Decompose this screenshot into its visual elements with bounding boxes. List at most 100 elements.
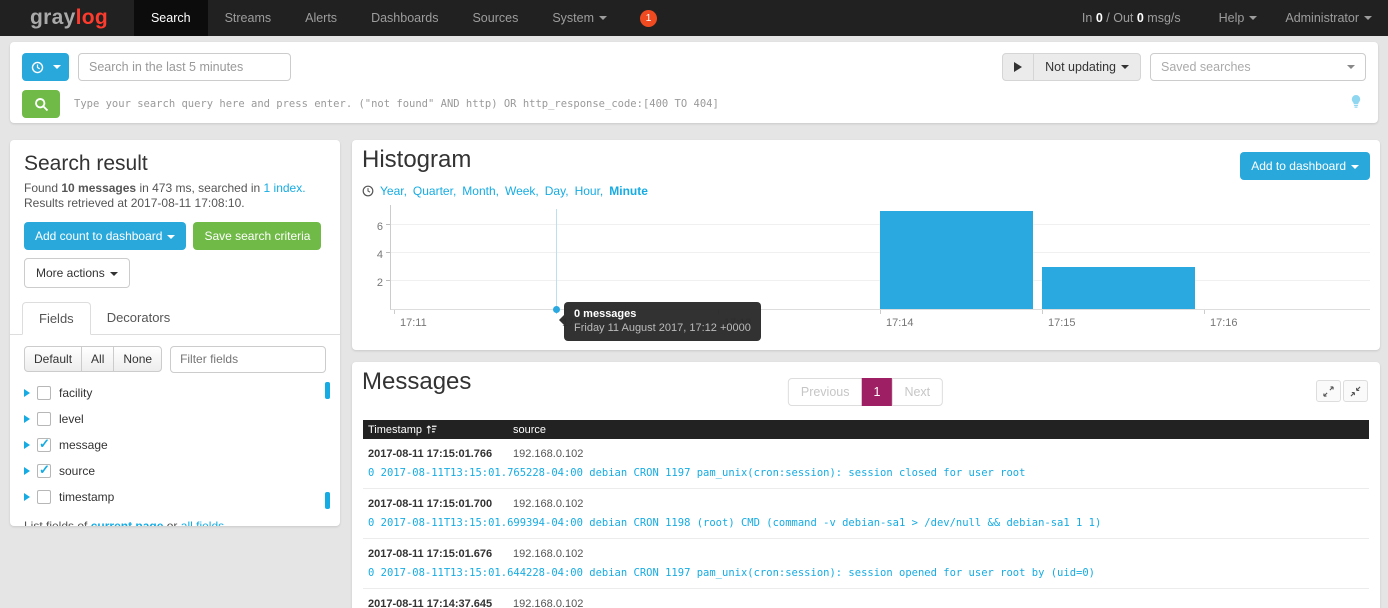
not-updating-dropdown[interactable]: Not updating [1033,53,1141,81]
current-page-link[interactable]: current page [91,519,164,526]
tooltip-date: Friday 11 August 2017, 17:12 +0000 [574,322,751,334]
nav-item-alerts[interactable]: Alerts [288,0,354,36]
message-source: 192.168.0.102 [513,598,1369,608]
expand-caret-icon[interactable] [24,415,30,423]
expand-caret-icon[interactable] [24,493,30,501]
field-label: level [59,412,84,426]
message-text: 0 2017-08-11T13:15:01.765228-04:00 debia… [363,460,1369,488]
field-checkbox[interactable] [37,386,51,400]
resolution-hour[interactable]: Hour, [575,184,604,198]
add-count-to-dashboard-button[interactable]: Add count to dashboard [24,222,186,250]
expand-caret-icon[interactable] [24,441,30,449]
user-menu[interactable]: Administrator [1273,11,1384,25]
histogram-panel: Histogram Add to dashboard Year, Quarter… [352,140,1380,350]
play-icon [1014,62,1022,72]
chart-tooltip: 0 messages Friday 11 August 2017, 17:12 … [564,302,761,341]
histogram-plot[interactable] [390,205,1370,310]
column-header-source[interactable]: source [513,424,1369,436]
pagination-page-1[interactable]: 1 [861,378,892,406]
search-submit-button[interactable] [22,90,60,118]
chart-crosshair [556,209,557,309]
search-icon [34,97,49,112]
navbar: graylog Search Streams Alerts Dashboards… [0,0,1388,36]
field-checkbox[interactable] [37,490,51,504]
more-actions-button[interactable]: More actions [24,258,130,288]
message-row[interactable]: 2017-08-11 17:14:37.645 192.168.0.102 0 … [363,589,1369,608]
message-source: 192.168.0.102 [513,448,1369,460]
query-help-button[interactable] [1350,94,1362,114]
x-tick-mark [394,310,395,314]
index-link[interactable]: 1 index. [264,181,306,195]
field-checkbox[interactable] [37,438,51,452]
tab-decorators[interactable]: Decorators [91,302,187,335]
nav-item-system[interactable]: System [535,0,624,36]
expand-caret-icon[interactable] [24,467,30,475]
chevron-down-icon [110,272,118,276]
message-source: 192.168.0.102 [513,548,1369,560]
field-checkbox[interactable] [37,412,51,426]
sidebar-title: Search result [24,152,326,176]
histogram-title: Histogram [362,146,471,174]
resolution-minute[interactable]: Minute [609,184,648,198]
fields-scrollbar-segment[interactable] [325,492,330,509]
pagination-next[interactable]: Next [891,378,943,406]
timerange-input[interactable] [78,53,291,81]
timerange-picker-button[interactable] [22,53,69,81]
fields-default-button[interactable]: Default [24,346,82,372]
resolution-quarter[interactable]: Quarter, [413,184,456,198]
field-row-source: source [24,458,326,484]
pagination-previous[interactable]: Previous [788,378,863,406]
expand-panel-button[interactable] [1316,380,1341,402]
chevron-down-icon [1121,65,1129,69]
nav-item-dashboards[interactable]: Dashboards [354,0,455,36]
compress-icon [1350,386,1361,397]
chevron-down-icon [1347,65,1355,69]
chart-hover-dot [553,306,560,313]
all-fields-link[interactable]: all fields [181,519,224,526]
resolution-month[interactable]: Month, [462,184,499,198]
message-timestamp: 2017-08-11 17:14:37.645 [363,598,513,608]
column-header-timestamp[interactable]: Timestamp [363,424,513,436]
x-axis-label: 17:16 [1210,317,1238,329]
resolution-year[interactable]: Year, [380,184,407,198]
fields-none-button[interactable]: None [113,346,162,372]
message-row[interactable]: 2017-08-11 17:15:01.700 192.168.0.102 0 … [363,489,1369,539]
histogram-bar[interactable] [1042,267,1195,309]
histogram-bar[interactable] [880,211,1033,309]
field-checkbox[interactable] [37,464,51,478]
y-axis-label: 2 [362,277,383,289]
message-row[interactable]: 2017-08-11 17:15:01.766 192.168.0.102 0 … [363,439,1369,489]
resolution-selector: Year, Quarter, Month, Week, Day, Hour, M… [362,184,650,198]
y-tick-mark [386,224,390,225]
pagination: Previous 1 Next [789,378,943,406]
compress-panel-button[interactable] [1343,380,1368,402]
fields-scrollbar-segment[interactable] [325,382,330,399]
x-tick-mark [1042,310,1043,314]
play-refresh-button[interactable] [1002,53,1034,81]
expand-caret-icon[interactable] [24,389,30,397]
filter-fields-input[interactable] [170,346,326,373]
histogram-chart[interactable]: 0 messages Friday 11 August 2017, 17:12 … [362,205,1370,332]
messages-table-header: Timestamp source [363,420,1369,439]
notification-badge[interactable]: 1 [640,10,657,27]
tab-fields[interactable]: Fields [22,302,91,335]
saved-searches-select[interactable]: Saved searches [1150,53,1366,81]
timerange-row: Not updating Saved searches [22,53,1366,81]
nav-item-search[interactable]: Search [134,0,208,36]
search-query-input[interactable] [60,90,1350,118]
nav-item-streams[interactable]: Streams [208,0,289,36]
throughput-indicator: In 0 / Out 0 msg/s [1082,11,1181,25]
nav-item-sources[interactable]: Sources [455,0,535,36]
resolution-day[interactable]: Day, [545,184,569,198]
field-row-level: level [24,406,326,432]
add-to-dashboard-button[interactable]: Add to dashboard [1240,152,1370,180]
result-summary: Found 10 messages in 473 ms, searched in… [24,181,326,196]
message-row[interactable]: 2017-08-11 17:15:01.676 192.168.0.102 0 … [363,539,1369,589]
save-search-criteria-button[interactable]: Save search criteria [193,222,321,250]
sort-icon [426,424,437,435]
chevron-down-icon [599,16,607,20]
help-menu[interactable]: Help [1207,11,1270,25]
graylog-logo[interactable]: graylog [30,6,108,30]
fields-all-button[interactable]: All [81,346,114,372]
resolution-week[interactable]: Week, [505,184,539,198]
